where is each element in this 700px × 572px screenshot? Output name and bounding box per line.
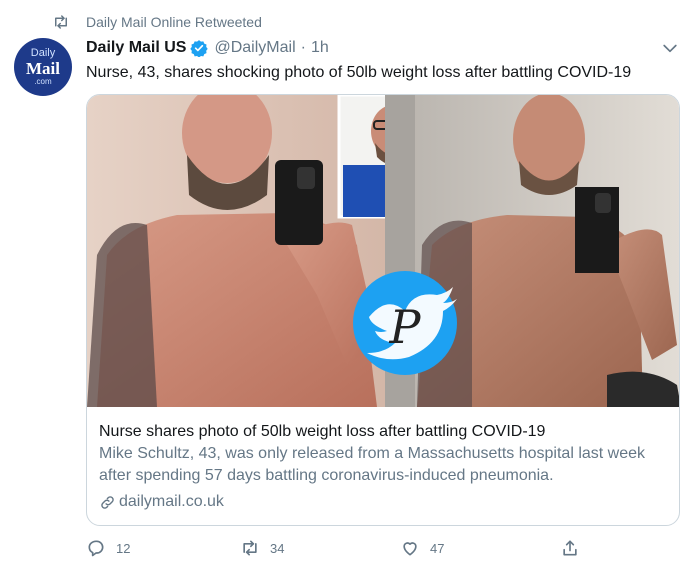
- link-card[interactable]: P Nurse shares photo of 50lb weight loss…: [86, 94, 680, 526]
- retweet-button[interactable]: 34: [240, 538, 284, 558]
- retweet-icon: [55, 15, 67, 29]
- card-domain: dailymail.co.uk: [99, 491, 669, 513]
- reply-button[interactable]: 12: [86, 538, 130, 558]
- tweet-actions: 12 34 47: [86, 538, 586, 562]
- header-separator: ·: [300, 39, 306, 56]
- reply-count: 12: [116, 540, 131, 556]
- tweet-timestamp[interactable]: 1h: [311, 39, 329, 57]
- avatar-text-line3: .com: [34, 77, 52, 86]
- chevron-down-icon[interactable]: [660, 38, 680, 58]
- avatar[interactable]: Daily Mail .com: [14, 38, 72, 96]
- tweet-header: Daily Mail US @DailyMail · 1h: [86, 36, 329, 60]
- retweeted-by-text: Daily Mail Online Retweeted: [86, 14, 262, 30]
- author-name[interactable]: Daily Mail US: [86, 39, 186, 57]
- link-icon: [101, 495, 114, 509]
- card-image[interactable]: P: [87, 95, 679, 407]
- verified-badge-icon: [190, 40, 209, 57]
- share-button[interactable]: [560, 538, 590, 558]
- like-count: 47: [430, 540, 445, 556]
- tweet-text: Nurse, 43, shares shocking photo of 50lb…: [86, 64, 632, 81]
- reply-icon: [88, 540, 104, 557]
- card-description: Mike Schultz, 43, was only released from…: [99, 445, 646, 484]
- avatar-text-line1: Daily: [30, 47, 56, 59]
- heart-icon: [403, 542, 417, 556]
- share-icon: [563, 540, 577, 556]
- card-domain-text: dailymail.co.uk: [119, 493, 224, 510]
- retweeted-by-line[interactable]: Daily Mail Online Retweeted: [52, 12, 262, 32]
- retweet-icon: [243, 540, 257, 556]
- card-body: Nurse shares photo of 50lb weight loss a…: [99, 421, 669, 513]
- watermark-letter: P: [389, 300, 422, 354]
- like-button[interactable]: 47: [400, 538, 444, 558]
- avatar-text-line2: Mail: [26, 59, 60, 78]
- retweet-count: 34: [270, 540, 285, 556]
- author-handle[interactable]: @DailyMail: [214, 39, 295, 57]
- card-title: Nurse shares photo of 50lb weight loss a…: [99, 423, 546, 440]
